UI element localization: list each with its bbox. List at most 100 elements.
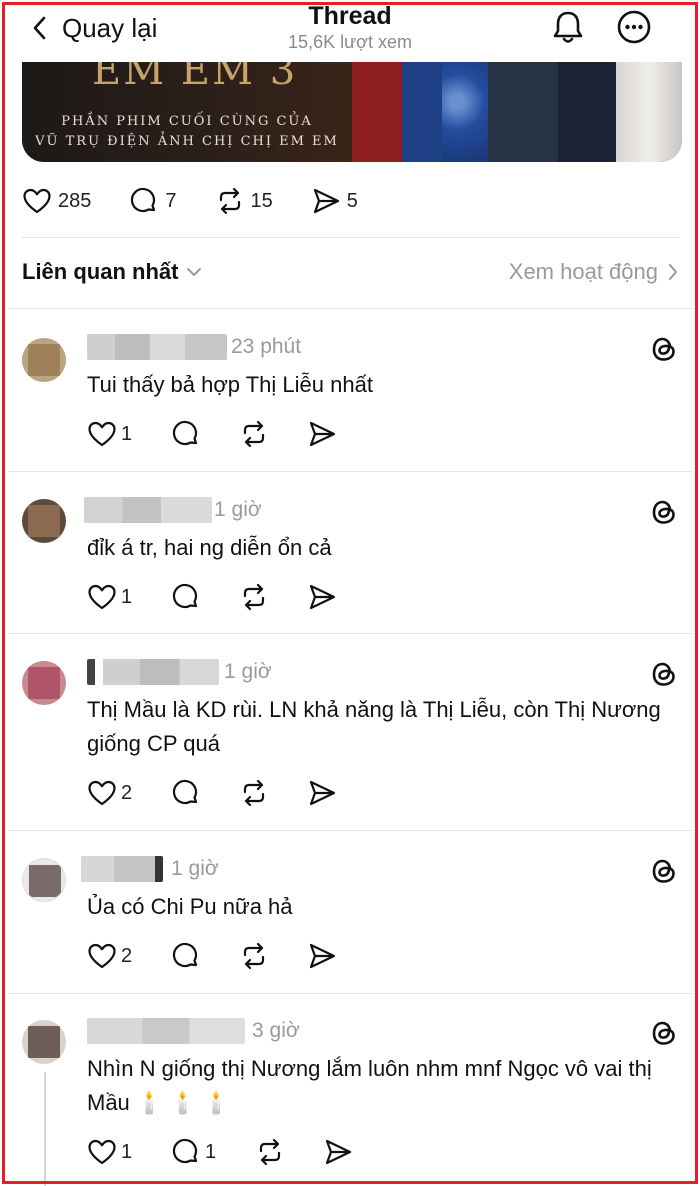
repost-icon	[243, 420, 265, 448]
avatar-pixelated	[28, 505, 60, 537]
avatar[interactable]	[22, 1020, 66, 1064]
comment-text: Nhìn N giống thị Nương lắm luôn nhm mnf …	[87, 1056, 652, 1115]
like-count: 2	[121, 944, 133, 967]
heart-icon	[88, 943, 116, 969]
threads-logo-icon[interactable]	[649, 1018, 679, 1048]
reply-button[interactable]: 1	[171, 1137, 255, 1167]
view-activity-label: Xem hoạt động	[508, 259, 658, 284]
share-count: 5	[346, 189, 358, 212]
avatar[interactable]	[22, 858, 66, 902]
reply-thread-line	[44, 1072, 46, 1186]
reply-button[interactable]	[171, 778, 239, 808]
username-blurred[interactable]	[81, 856, 163, 882]
comment-actions: 1	[87, 418, 337, 450]
username-blurred[interactable]	[84, 497, 212, 523]
repost-button[interactable]	[239, 582, 307, 612]
divider	[8, 830, 692, 831]
poster-tagline-1: PHẦN PHIM CUỐI CÙNG CỦA	[61, 114, 313, 129]
repost-count: 15	[250, 189, 273, 212]
share-button[interactable]	[323, 1137, 353, 1167]
reply-count: 1	[205, 1140, 217, 1163]
reply-button[interactable]	[171, 419, 239, 449]
like-count: 1	[121, 422, 133, 445]
comment-icon	[172, 942, 198, 968]
reply-button[interactable]: 7	[129, 186, 177, 216]
bell-icon[interactable]	[550, 8, 586, 46]
like-button[interactable]: 285	[22, 186, 91, 216]
send-icon	[313, 188, 339, 214]
like-count: 1	[121, 585, 133, 608]
page-title: Thread	[308, 2, 392, 30]
more-options-icon[interactable]	[616, 8, 652, 46]
username-blurred[interactable]	[87, 334, 227, 360]
chevron-right-icon	[669, 264, 677, 280]
comment-item: 3 giờ Nhìn N giống thị Nương lắm luôn nh…	[0, 1018, 700, 1186]
repost-button[interactable]	[239, 778, 307, 808]
avatar[interactable]	[22, 661, 66, 705]
repost-icon	[259, 1138, 281, 1166]
threads-logo-icon[interactable]	[649, 856, 679, 886]
heart-icon	[23, 188, 51, 214]
comment-time: 3 giờ	[252, 1019, 300, 1042]
repost-button[interactable]	[239, 419, 307, 449]
send-icon	[309, 780, 336, 806]
share-button[interactable]: 5	[311, 186, 358, 216]
comment-time: 23 phút	[231, 335, 302, 358]
title-block: Thread 15,6K lượt xem	[0, 2, 700, 54]
comment-text: Tui thấy bả hợp Thị Liễu nhất	[87, 372, 373, 397]
avatar-pixelated	[28, 344, 60, 376]
divider	[22, 237, 680, 238]
comment-time: 1 giờ	[171, 857, 219, 880]
avatar[interactable]	[22, 499, 66, 543]
like-button[interactable]: 2	[87, 778, 171, 808]
threads-logo-icon[interactable]	[649, 659, 679, 689]
like-button[interactable]: 1	[87, 419, 171, 449]
comment-text: đỉk á tr, hai ng diễn ổn cả	[87, 535, 332, 560]
send-icon	[309, 584, 336, 610]
reply-button[interactable]	[171, 941, 239, 971]
threads-logo-icon[interactable]	[649, 334, 679, 364]
poster-red-costume	[352, 62, 404, 162]
repost-icon	[243, 779, 265, 807]
sort-dropdown[interactable]: Liên quan nhất	[22, 259, 202, 285]
chevron-down-icon	[187, 268, 202, 276]
post-image[interactable]: EM EM 3 PHẦN PHIM CUỐI CÙNG CỦA VŨ TRỤ Đ…	[22, 62, 682, 162]
share-button[interactable]	[307, 419, 337, 449]
username-blurred[interactable]	[87, 1018, 245, 1044]
poster-navy-costume	[558, 62, 618, 162]
divider	[8, 993, 692, 994]
share-button[interactable]	[307, 778, 337, 808]
like-button[interactable]: 1	[87, 1137, 171, 1167]
like-count: 2	[121, 781, 133, 804]
repost-icon	[243, 942, 265, 970]
avatar-pixelated	[28, 667, 60, 699]
divider	[8, 633, 692, 634]
reply-button[interactable]	[171, 582, 239, 612]
username-blurred[interactable]	[87, 659, 219, 685]
post-stats: 285 7 15 5	[22, 182, 396, 220]
like-button[interactable]: 1	[87, 582, 171, 612]
like-count: 285	[58, 189, 92, 212]
comment-text: Ủa có Chi Pu nữa hả	[87, 894, 293, 919]
share-button[interactable]	[307, 582, 337, 612]
repost-button[interactable]	[239, 941, 307, 971]
repost-icon	[219, 187, 240, 215]
comment-item: 1 giờ Ủa có Chi Pu nữa hả 2	[0, 856, 700, 986]
poster-blue-pattern	[442, 62, 492, 162]
like-button[interactable]: 2	[87, 941, 171, 971]
comment-icon	[172, 779, 198, 805]
view-activity-link[interactable]: Xem hoạt động	[509, 259, 678, 285]
comment-actions: 2	[87, 940, 337, 972]
comment-time: 1 giờ	[224, 660, 272, 683]
comment-icon	[131, 187, 156, 213]
repost-button[interactable]	[255, 1137, 323, 1167]
like-count: 1	[121, 1140, 133, 1163]
avatar[interactable]	[22, 338, 66, 382]
comment-actions: 1	[87, 581, 337, 613]
repost-button[interactable]: 15	[215, 186, 273, 216]
sort-label: Liên quan nhất	[22, 259, 179, 284]
comment-icon	[172, 1138, 198, 1164]
send-icon	[309, 943, 336, 969]
threads-logo-icon[interactable]	[649, 497, 679, 527]
share-button[interactable]	[307, 941, 337, 971]
